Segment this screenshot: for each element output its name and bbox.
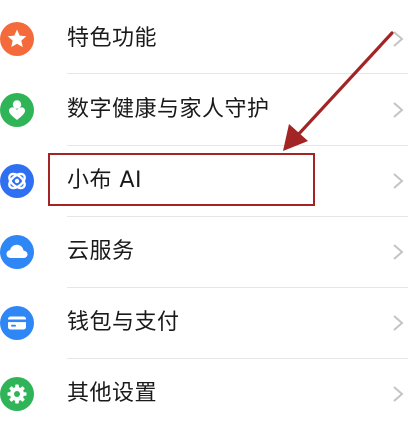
ai-assistant-icon	[0, 164, 34, 198]
settings-item-label: 数字健康与家人守护	[67, 97, 270, 122]
chevron-right-icon	[393, 244, 404, 260]
settings-item-label: 特色功能	[67, 26, 158, 51]
chevron-right-icon	[393, 173, 404, 189]
settings-item-label: 云服务	[67, 239, 135, 264]
chevron-right-icon	[393, 386, 404, 402]
person-heart-icon	[0, 93, 34, 127]
settings-item-label: 其他设置	[67, 381, 158, 406]
chevron-right-icon	[393, 102, 404, 118]
cloud-icon	[0, 235, 34, 269]
settings-item-cloud-service[interactable]: 云服务	[0, 216, 408, 288]
settings-item-wallet-payment[interactable]: 钱包与支付	[0, 287, 408, 359]
settings-item-special-features[interactable]: 特色功能	[0, 3, 408, 75]
chevron-right-icon	[393, 315, 404, 331]
star-icon	[0, 22, 34, 56]
settings-item-other-settings[interactable]: 其他设置	[0, 358, 408, 430]
wallet-icon	[0, 306, 34, 340]
annotation-highlight-box	[48, 153, 315, 206]
settings-item-digital-wellbeing[interactable]: 数字健康与家人守护	[0, 74, 408, 146]
chevron-right-icon	[393, 31, 404, 47]
gear-icon	[0, 377, 34, 411]
settings-item-label: 钱包与支付	[67, 310, 180, 335]
